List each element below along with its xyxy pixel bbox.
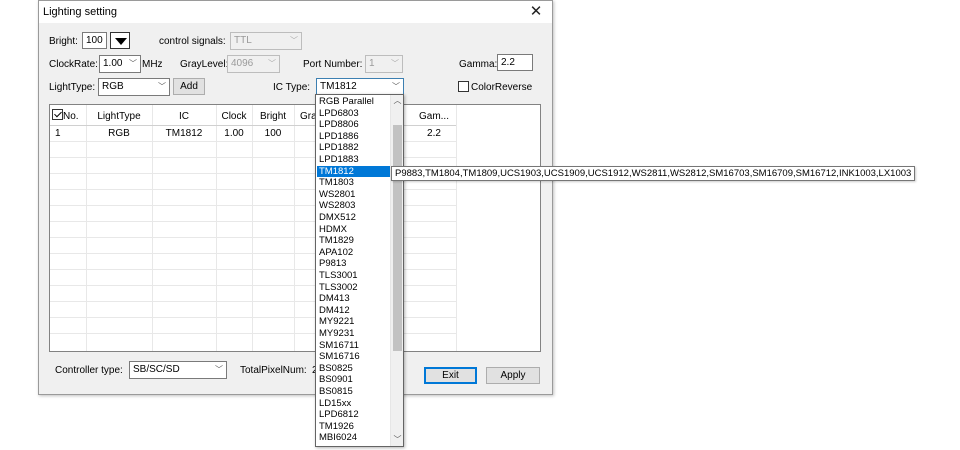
scroll-up-icon[interactable]: ︿ bbox=[391, 95, 403, 107]
row1-bright[interactable]: 100 bbox=[252, 128, 294, 139]
dropdown-item[interactable]: TM1812 bbox=[317, 165, 390, 178]
chevron-down-icon: ﹀ bbox=[158, 82, 166, 91]
ic-type-value: TM1812 bbox=[320, 81, 357, 92]
graylevel-value: 4096 bbox=[231, 58, 254, 69]
close-icon[interactable]: ✕ bbox=[524, 2, 548, 22]
dropdown-item[interactable]: SM16716 bbox=[317, 351, 390, 363]
lights-table: No. LightType IC Clock Bright Gray Gam..… bbox=[49, 104, 541, 352]
color-reverse-checkbox[interactable] bbox=[458, 81, 469, 92]
dropdown-item[interactable]: MBI6024 bbox=[317, 432, 390, 444]
gamma-label: Gamma: bbox=[459, 59, 498, 70]
ic-type-tooltip: P9883,TM1804,TM1809,UCS1903,UCS1909,UCS1… bbox=[391, 166, 916, 181]
header-no[interactable]: No. bbox=[63, 111, 79, 122]
dropdown-item[interactable]: LD15xx bbox=[317, 398, 390, 410]
scroll-thumb[interactable] bbox=[393, 125, 402, 351]
dropdown-item[interactable]: TM1829 bbox=[317, 235, 390, 247]
chevron-down-icon: ﹀ bbox=[129, 59, 137, 68]
dropdown-item[interactable]: LPD8806 bbox=[317, 119, 390, 131]
dropdown-item[interactable]: BS0901 bbox=[317, 374, 390, 386]
chevron-down-icon: ﹀ bbox=[391, 59, 399, 68]
header-clock[interactable]: Clock bbox=[216, 111, 252, 122]
header-ic[interactable]: IC bbox=[152, 111, 216, 122]
dropdown-scrollbar[interactable]: ︿ ﹀ bbox=[390, 95, 403, 446]
dropdown-item[interactable]: LPD1882 bbox=[317, 142, 390, 154]
graylevel-select: 4096 ﹀ bbox=[227, 55, 280, 73]
dropdown-item[interactable]: TM1803 bbox=[317, 177, 390, 189]
port-number-select: 1 ﹀ bbox=[365, 55, 403, 73]
lighttype-select[interactable]: RGB ﹀ bbox=[98, 78, 170, 96]
ic-type-label: IC Type: bbox=[273, 82, 311, 93]
dropdown-item[interactable]: LPD1883 bbox=[317, 154, 390, 166]
dropdown-item[interactable]: DMX512 bbox=[317, 212, 390, 224]
dropdown-item[interactable]: TLS3001 bbox=[317, 270, 390, 282]
clockrate-select[interactable]: 1.00 ﹀ bbox=[99, 55, 141, 73]
scroll-down-icon[interactable]: ﹀ bbox=[391, 434, 403, 446]
dropdown-item[interactable]: SM16711 bbox=[317, 340, 390, 352]
lighttype-value: RGB bbox=[102, 81, 124, 92]
dropdown-item[interactable]: LPD6803 bbox=[317, 108, 390, 120]
row1-ic[interactable]: TM1812 bbox=[152, 128, 216, 139]
controller-type-value: SB/SC/SD bbox=[133, 364, 180, 375]
header-gamma[interactable]: Gam... bbox=[412, 111, 456, 122]
row1-lighttype[interactable]: RGB bbox=[86, 128, 152, 139]
graylevel-label: GrayLevel: bbox=[180, 59, 229, 70]
dropdown-item[interactable]: TLS3002 bbox=[317, 282, 390, 294]
title-bar: Lighting setting ✕ bbox=[39, 1, 552, 23]
window-title: Lighting setting bbox=[43, 6, 117, 18]
bright-dropdown-button[interactable] bbox=[110, 32, 130, 49]
clockrate-label: ClockRate: bbox=[49, 59, 98, 70]
chevron-down-icon: ﹀ bbox=[215, 365, 223, 374]
port-number-value: 1 bbox=[369, 58, 375, 69]
chevron-down-icon: ﹀ bbox=[290, 36, 298, 45]
control-signals-label: control signals: bbox=[159, 36, 226, 47]
add-button[interactable]: Add bbox=[173, 78, 205, 95]
controller-type-label: Controller type: bbox=[55, 365, 123, 376]
dropdown-item[interactable]: APA102 bbox=[317, 247, 390, 259]
dropdown-item[interactable]: P9813 bbox=[317, 258, 390, 270]
bright-input[interactable]: 100 bbox=[82, 32, 107, 49]
dropdown-item[interactable]: TM1926 bbox=[317, 421, 390, 433]
row1-no[interactable]: 1 bbox=[55, 128, 61, 139]
dropdown-item[interactable]: HDMX bbox=[317, 224, 390, 236]
dropdown-item[interactable]: LPD6812 bbox=[317, 409, 390, 421]
dropdown-item[interactable]: BS0825 bbox=[317, 363, 390, 375]
header-bright[interactable]: Bright bbox=[252, 111, 294, 122]
chevron-down-icon: ﹀ bbox=[392, 82, 400, 91]
exit-button[interactable]: Exit bbox=[424, 367, 477, 384]
row1-gamma[interactable]: 2.2 bbox=[412, 128, 456, 139]
controller-type-select[interactable]: SB/SC/SD ﹀ bbox=[129, 361, 227, 379]
dropdown-item[interactable]: WS2801 bbox=[317, 189, 390, 201]
gamma-input[interactable]: 2.2 bbox=[497, 54, 533, 71]
dropdown-item[interactable]: WS2803 bbox=[317, 200, 390, 212]
clockrate-value: 1.00 bbox=[103, 58, 123, 69]
triangle-down-icon bbox=[115, 38, 127, 45]
control-signals-select: TTL ﹀ bbox=[230, 32, 302, 50]
dropdown-item[interactable]: LPD1886 bbox=[317, 131, 390, 143]
apply-button[interactable]: Apply bbox=[486, 367, 540, 384]
lighttype-label: LightType: bbox=[49, 82, 96, 93]
dropdown-item[interactable]: RGB Parallel bbox=[317, 96, 390, 108]
chevron-down-icon: ﹀ bbox=[268, 59, 276, 68]
ic-type-dropdown-list[interactable]: RGB Parallel LPD6803 LPD8806 LPD1886 LPD1882… bbox=[315, 94, 404, 447]
dropdown-item[interactable]: BS0815 bbox=[317, 386, 390, 398]
port-number-label: Port Number: bbox=[303, 59, 363, 70]
total-pixel-label: TotalPixelNum: bbox=[240, 365, 307, 376]
lighting-setting-dialog: Lighting setting ✕ Bright: 100 control s… bbox=[38, 0, 553, 395]
header-lighttype[interactable]: LightType bbox=[92, 111, 146, 122]
dropdown-item[interactable]: DM413 bbox=[317, 293, 390, 305]
bright-label: Bright: bbox=[49, 36, 78, 47]
dropdown-item[interactable]: DM412 bbox=[317, 305, 390, 317]
dropdown-item[interactable]: MY9231 bbox=[317, 328, 390, 340]
color-reverse-label: ColorReverse bbox=[471, 82, 533, 93]
control-signals-value: TTL bbox=[234, 35, 252, 46]
dropdown-item[interactable]: MY9221 bbox=[317, 316, 390, 328]
select-all-checkbox[interactable] bbox=[52, 109, 63, 120]
clockrate-unit: MHz bbox=[142, 59, 163, 70]
row1-clock[interactable]: 1.00 bbox=[216, 128, 252, 139]
